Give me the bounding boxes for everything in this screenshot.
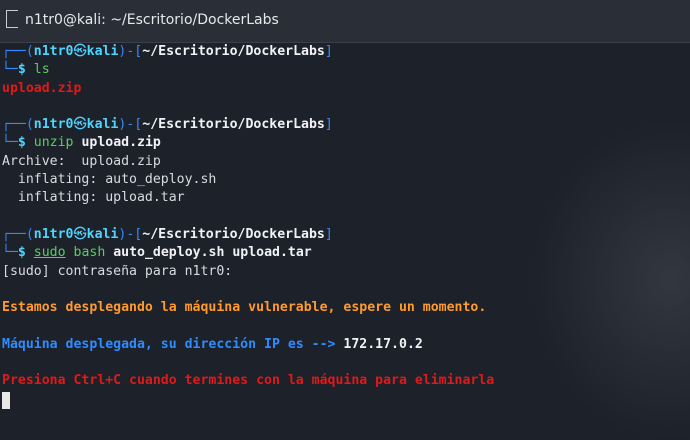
prompt-path: ~/Escritorio/DockerLabs	[142, 44, 325, 59]
prompt-sep: ㉿	[73, 44, 87, 59]
prompt-host: kali	[86, 117, 119, 133]
prompt-frame: ]	[324, 44, 333, 59]
command-args: auto_deploy.sh upload.tar	[113, 245, 312, 261]
prompt-line: ┌──(n1tr0㉿kali)-[~/Escritorio/DockerLabs…	[2, 43, 690, 61]
command-line: └─$ sudo bash auto_deploy.sh upload.tar	[2, 244, 690, 262]
prompt-user: n1tr0	[33, 226, 74, 242]
terminal-window: n1tr0@kali: ~/Escritorio/DockerLabs ┌──(…	[0, 0, 690, 440]
prompt-path: ~/Escritorio/DockerLabs	[142, 117, 325, 133]
exit-instruction: Presiona Ctrl+C cuando termines con la m…	[2, 373, 495, 389]
prompt-sep: ㉿	[73, 226, 87, 242]
command: bash	[73, 245, 106, 261]
prompt-frame: )-[	[118, 117, 143, 133]
command: ls	[33, 62, 50, 78]
output-line: inflating: auto_deploy.sh	[2, 172, 217, 188]
sudo-prompt: [sudo] contraseña para n1tr0:	[2, 263, 233, 279]
prompt-frame: ┌──(	[2, 117, 34, 133]
deployed-message: Máquina desplegada, su dirección IP es -…	[2, 336, 690, 354]
prompt-frame: )-[	[118, 44, 143, 59]
deployed-label: Máquina desplegada, su dirección IP es -…	[2, 336, 336, 352]
prompt-frame: ]	[324, 117, 333, 133]
ip-address: 172.17.0.2	[343, 336, 423, 352]
command-line: └─$ unzip upload.zip	[2, 134, 690, 152]
prompt-sep: ㉿	[73, 117, 87, 133]
prompt-dollar: $	[17, 135, 26, 151]
prompt-dollar: $	[17, 245, 26, 261]
prompt-user: n1tr0	[33, 117, 74, 133]
terminal-icon	[6, 10, 18, 28]
output-line: Archive: upload.zip	[2, 153, 161, 169]
terminal-output[interactable]: ┌──(n1tr0㉿kali)-[~/Escritorio/DockerLabs…	[0, 43, 690, 440]
prompt-host: kali	[86, 44, 119, 59]
command-line: └─$ ls	[2, 61, 690, 79]
command: unzip	[33, 135, 74, 151]
cursor-line[interactable]	[2, 391, 690, 409]
prompt-line: ┌──(n1tr0㉿kali)-[~/Escritorio/DockerLabs…	[2, 226, 690, 244]
deploying-message: Estamos desplegando la máquina vulnerabl…	[2, 300, 487, 316]
window-title: n1tr0@kali: ~/Escritorio/DockerLabs	[25, 12, 279, 28]
command: sudo	[33, 245, 66, 261]
output-line: inflating: upload.tar	[2, 190, 185, 206]
prompt-frame: └─	[2, 245, 18, 261]
prompt-dollar: $	[17, 62, 26, 78]
prompt-frame: └─	[2, 135, 18, 151]
text-cursor	[2, 391, 10, 409]
title-bar[interactable]: n1tr0@kali: ~/Escritorio/DockerLabs	[0, 0, 690, 43]
prompt-frame: ┌──(	[2, 44, 34, 59]
ls-output: upload.zip	[2, 80, 82, 96]
prompt-path: ~/Escritorio/DockerLabs	[142, 226, 325, 242]
prompt-frame: ┌──(	[2, 226, 34, 242]
command-args: upload.zip	[81, 135, 161, 151]
prompt-user: n1tr0	[33, 44, 74, 59]
prompt-line: ┌──(n1tr0㉿kali)-[~/Escritorio/DockerLabs…	[2, 116, 690, 134]
prompt-frame: └─	[2, 62, 18, 78]
prompt-host: kali	[86, 226, 119, 242]
prompt-frame: )-[	[118, 226, 143, 242]
prompt-frame: ]	[324, 226, 333, 242]
